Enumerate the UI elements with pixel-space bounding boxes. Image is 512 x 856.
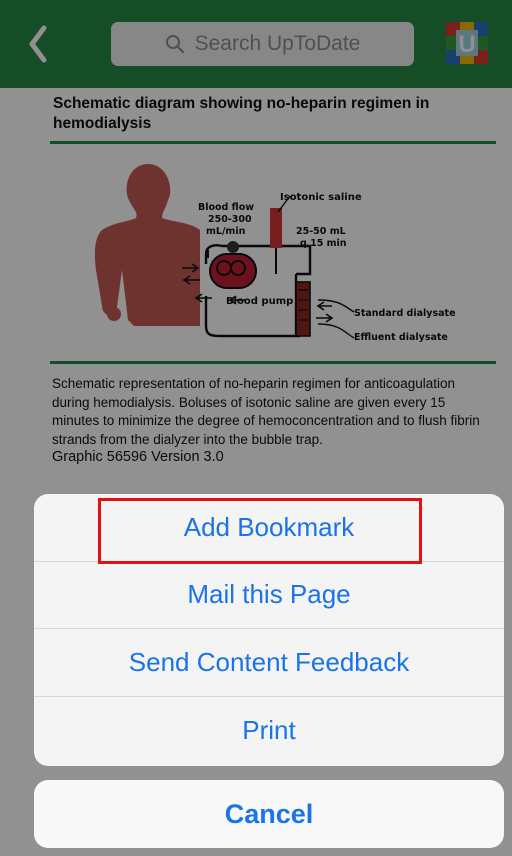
mail-page-button[interactable]: Mail this Page [34,562,504,629]
cancel-button[interactable]: Cancel [34,780,504,848]
add-bookmark-highlight [98,498,422,564]
send-feedback-button[interactable]: Send Content Feedback [34,629,504,697]
print-button[interactable]: Print [34,697,504,765]
